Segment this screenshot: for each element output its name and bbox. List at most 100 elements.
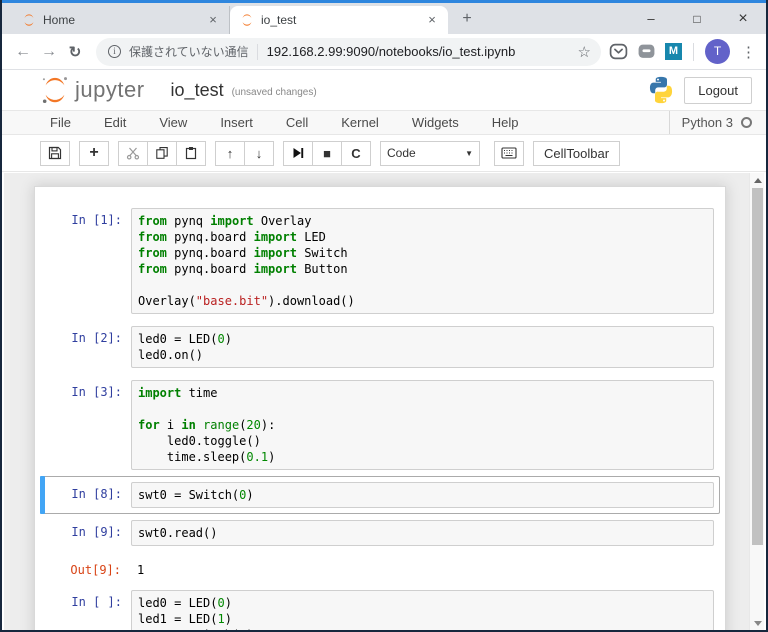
cell-output: Out[9]:1 xyxy=(40,552,720,584)
scrollbar-thumb[interactable] xyxy=(752,188,763,545)
cut-icon xyxy=(126,146,140,160)
menu-widgets[interactable]: Widgets xyxy=(412,115,459,130)
profile-avatar[interactable]: T xyxy=(705,39,730,64)
menu-edit[interactable]: Edit xyxy=(104,115,126,130)
notebook-cell[interactable]: In [9]: swt0.read() xyxy=(40,514,720,552)
add-cell-button[interactable]: + xyxy=(79,141,109,166)
close-button[interactable]: × xyxy=(720,3,766,34)
input-prompt: In [8]: xyxy=(46,482,131,508)
extensions-area: M T ⋮ xyxy=(609,39,756,64)
menu-cell[interactable]: Cell xyxy=(286,115,308,130)
new-tab-button[interactable]: + xyxy=(454,6,480,32)
momentum-icon[interactable]: M xyxy=(665,43,682,60)
interrupt-kernel-button[interactable]: ■ xyxy=(312,141,342,166)
code-line: led0 = LED(0) xyxy=(138,331,707,347)
back-icon[interactable]: ← xyxy=(10,43,36,61)
minimize-button[interactable]: – xyxy=(628,3,674,34)
code-line: time.sleep(0.1) xyxy=(138,449,707,465)
url-input[interactable]: i 保護されていない通信 192.168.2.99:9090/notebooks… xyxy=(96,38,601,66)
code-line xyxy=(138,401,707,417)
jupyter-logo-icon[interactable] xyxy=(40,74,70,106)
input-prompt: In [3]: xyxy=(46,380,131,470)
info-icon[interactable]: i xyxy=(108,45,121,58)
window-controls: – □ × xyxy=(628,3,766,34)
code-line xyxy=(138,277,707,293)
paste-cell-button[interactable] xyxy=(176,141,206,166)
code-line: led0.toggle() xyxy=(138,433,707,449)
kernel-idle-icon xyxy=(741,117,752,128)
celltoolbar-button[interactable]: CellToolbar xyxy=(533,141,620,166)
code-line: from pynq.board import Button xyxy=(138,261,707,277)
scroll-up-icon[interactable] xyxy=(750,173,764,187)
url-text: 192.168.2.99:9090/notebooks/io_test.ipyn… xyxy=(267,44,572,59)
forward-icon[interactable]: → xyxy=(36,43,62,61)
tab-label: Home xyxy=(43,13,205,27)
toolbar-divider xyxy=(693,43,694,61)
tab-close-icon[interactable]: × xyxy=(424,12,440,28)
cut-cell-button[interactable] xyxy=(118,141,148,166)
menu-insert[interactable]: Insert xyxy=(220,115,253,130)
jupyter-logo-text[interactable]: jupyter xyxy=(75,77,145,103)
run-cell-button[interactable] xyxy=(283,141,313,166)
notebook-cell[interactable]: In [2]:led0 = LED(0)led0.on() xyxy=(40,320,720,374)
menu-kernel[interactable]: Kernel xyxy=(341,115,379,130)
logout-button[interactable]: Logout xyxy=(684,77,752,104)
tab-label: io_test xyxy=(261,13,424,27)
jupyter-header: jupyter io_test (unsaved changes) Logout xyxy=(2,70,766,110)
python-logo-icon xyxy=(646,75,676,105)
jupyter-favicon-icon xyxy=(240,13,254,27)
pocket-icon[interactable] xyxy=(609,42,628,61)
paste-icon xyxy=(184,146,198,160)
code-editor[interactable]: led0 = LED(0)led0.on() xyxy=(131,326,714,368)
notebook-site: In [1]:from pynq import Overlayfrom pynq… xyxy=(4,173,764,630)
code-line: swt0.read() xyxy=(138,525,707,541)
kernel-indicator: Python 3 xyxy=(669,111,752,134)
menu-file[interactable]: File xyxy=(50,115,71,130)
input-prompt: In [ ]: xyxy=(46,590,131,630)
code-line: led0 = LED(0) xyxy=(138,595,707,611)
input-prompt: In [9]: xyxy=(46,520,131,546)
output-value: 1 xyxy=(130,558,144,577)
chrome-menu-icon[interactable]: ⋮ xyxy=(741,43,756,61)
cell-type-select[interactable]: Code ▼ xyxy=(380,141,480,166)
code-line: import time xyxy=(138,385,707,401)
notebook-title[interactable]: io_test xyxy=(171,80,224,101)
maximize-button[interactable]: □ xyxy=(674,3,720,34)
scrollbar[interactable] xyxy=(749,173,764,630)
code-line: led1 = LED(1) xyxy=(138,611,707,627)
command-palette-button[interactable] xyxy=(494,141,524,166)
tab-close-icon[interactable]: × xyxy=(205,12,221,28)
notebook-cell[interactable]: In [3]:import time for i in range(20): l… xyxy=(40,374,720,476)
tab-home[interactable]: Home × xyxy=(12,6,230,34)
tab-io-test[interactable]: io_test × xyxy=(230,6,448,34)
code-line: Overlay("base.bit").download() xyxy=(138,293,707,309)
run-icon xyxy=(291,146,305,160)
move-up-button[interactable]: ↑ xyxy=(215,141,245,166)
notebook-cell[interactable]: In [1]:from pynq import Overlayfrom pynq… xyxy=(40,202,720,320)
save-button[interactable] xyxy=(40,141,70,166)
security-label: 保護されていない通信 xyxy=(129,43,249,60)
jupyter-favicon-icon xyxy=(22,13,36,27)
menu-view[interactable]: View xyxy=(159,115,187,130)
code-editor[interactable]: led0 = LED(0)led1 = LED(1)swt0 = Switch(… xyxy=(131,590,714,630)
code-editor[interactable]: swt0.read() xyxy=(131,520,714,546)
copy-cell-button[interactable] xyxy=(147,141,177,166)
reload-icon[interactable]: ↻ xyxy=(62,43,88,61)
notebook-cell[interactable]: In [ ]:led0 = LED(0)led1 = LED(1)swt0 = … xyxy=(40,584,720,630)
address-bar: ← → ↻ i 保護されていない通信 192.168.2.99:9090/not… xyxy=(2,34,766,70)
move-down-button[interactable]: ↓ xyxy=(244,141,274,166)
line-icon[interactable] xyxy=(637,42,656,61)
scroll-down-icon[interactable] xyxy=(750,616,764,630)
notebook-cell[interactable]: In [8]:swt0 = Switch(0) xyxy=(40,476,720,514)
star-icon[interactable]: ☆ xyxy=(578,43,591,61)
omnibox-divider xyxy=(257,44,258,60)
cell-type-value: Code xyxy=(387,146,416,160)
code-editor[interactable]: from pynq import Overlayfrom pynq.board … xyxy=(131,208,714,314)
output-prompt: Out[9]: xyxy=(45,558,130,577)
restart-kernel-button[interactable]: C xyxy=(341,141,371,166)
code-editor[interactable]: import time for i in range(20): led0.tog… xyxy=(131,380,714,470)
copy-icon xyxy=(155,146,169,160)
code-editor[interactable]: swt0 = Switch(0) xyxy=(131,482,714,508)
menu-help[interactable]: Help xyxy=(492,115,519,130)
notebook-container: In [1]:from pynq import Overlayfrom pynq… xyxy=(34,186,726,630)
